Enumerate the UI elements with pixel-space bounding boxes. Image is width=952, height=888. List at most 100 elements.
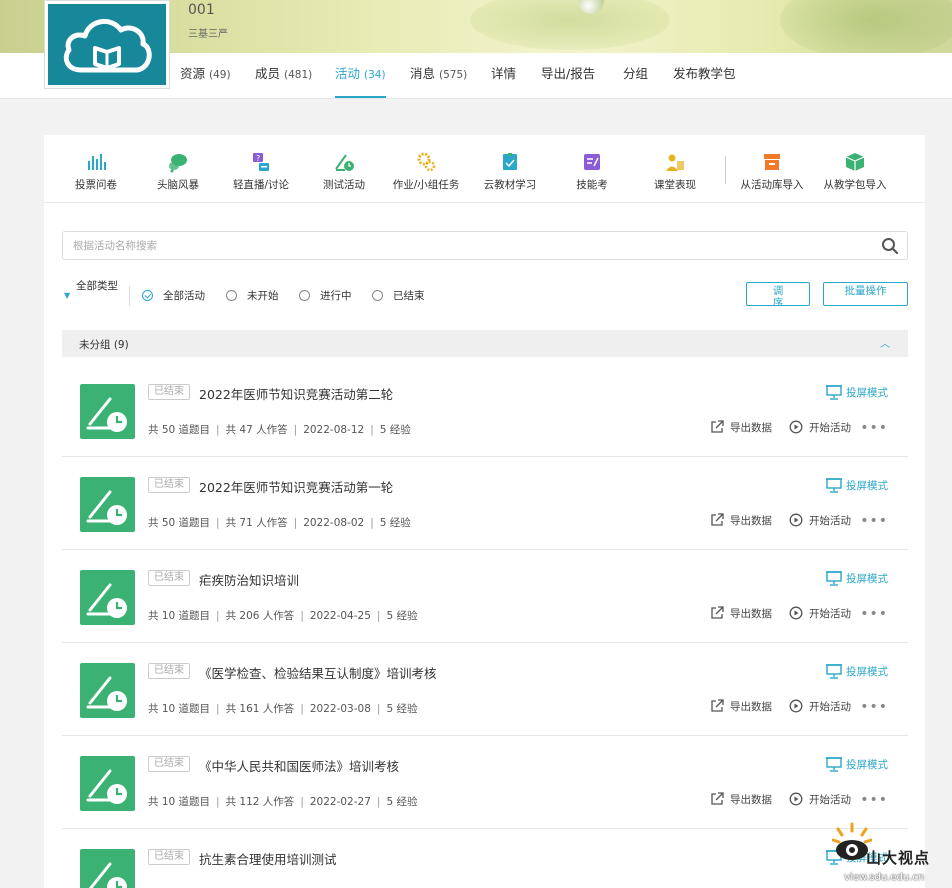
status-badge: 已结束 — [148, 570, 190, 586]
package-icon — [845, 153, 865, 171]
projector-icon — [826, 478, 842, 493]
projection-mode-button[interactable]: 投屏模式 — [826, 384, 888, 400]
nav-tab-count: (49) — [209, 69, 231, 81]
search-input[interactable]: 根据活动名称搜索 — [62, 231, 908, 260]
meta-participants: 共 161 人作答 — [225, 703, 295, 715]
course-subtitle: 三基三严 — [188, 29, 228, 40]
toolbar-button-library[interactable]: 从活动库导入 — [724, 151, 820, 192]
activity-title[interactable]: 抗生素合理使用培训测试 — [199, 849, 337, 868]
test-activity-icon — [80, 477, 135, 532]
nav-tab-1[interactable]: 成员 (481) — [255, 53, 312, 98]
start-activity-button[interactable]: 开始活动 — [789, 792, 851, 807]
meta-separator: | — [293, 517, 298, 529]
meta-participants: 共 112 人作答 — [225, 796, 295, 808]
type-dropdown[interactable]: ▼ 全部类型 — [64, 278, 124, 300]
toolbar-button-brainstorm[interactable]: 头脑风暴 — [132, 151, 224, 192]
start-activity-button[interactable]: 开始活动 — [789, 699, 851, 714]
projection-mode-button[interactable]: 投屏模式 — [826, 756, 888, 772]
export-data-label: 导出数据 — [730, 422, 772, 434]
chevron-up-icon[interactable]: ︿ — [880, 335, 890, 350]
more-options-icon[interactable]: ••• — [860, 513, 888, 529]
toolbar-button-performance[interactable]: 课堂表现 — [629, 151, 721, 192]
export-data-button[interactable]: 导出数据 — [710, 792, 772, 807]
nav-tab-2[interactable]: 活动 (34) — [335, 53, 386, 98]
activity-title[interactable]: 《中华人民共和国医师法》培训考核 — [199, 756, 399, 775]
export-data-button[interactable]: 导出数据 — [710, 513, 772, 528]
nav-tab-6[interactable]: 分组 — [623, 53, 648, 98]
activity-row[interactable]: 已结束 《医学检查、检验结果互认制度》培训考核 投屏模式共 10 道题目 | 共 161… — [62, 643, 908, 736]
activity-title[interactable]: 疟疾防治知识培训 — [199, 570, 299, 589]
activity-title[interactable]: 2022年医师节知识竞赛活动第二轮 — [199, 384, 393, 403]
export-icon — [711, 513, 724, 526]
export-data-button[interactable]: 导出数据 — [710, 420, 772, 435]
meta-date: 2022-04-25 — [309, 610, 371, 622]
play-circle-icon — [789, 699, 803, 713]
radio-not-started[interactable]: 未开始 — [226, 288, 279, 303]
activity-row[interactable]: 已结束 2022年医师节知识竞赛活动第二轮 投屏模式共 50 道题目 | 共 47 人作… — [62, 364, 908, 457]
toolbar-button-book[interactable]: 云教材学习 — [464, 151, 556, 192]
nav-tab-label: 成员 — [255, 66, 281, 81]
search-icon[interactable] — [881, 237, 899, 255]
radio-in-progress[interactable]: 进行中 — [299, 288, 352, 303]
toolbar-button-label: 轻直播/讨论 — [232, 179, 290, 191]
nav-tab-5[interactable]: 导出/报告 — [541, 53, 595, 98]
projector-icon — [826, 571, 842, 586]
activity-row[interactable]: 已结束 抗生素合理使用培训测试 投屏模式 — [62, 829, 908, 888]
toolbar-button-test[interactable]: 测试活动 — [298, 151, 390, 192]
start-activity-button[interactable]: 开始活动 — [789, 513, 851, 528]
more-options-icon[interactable]: ••• — [860, 420, 888, 436]
projection-mode-button[interactable]: 投屏模式 — [826, 663, 888, 679]
type-dropdown-label: 全部类型 — [76, 280, 118, 292]
toolbar-button-bar-chart[interactable]: 投票问卷 — [50, 151, 142, 192]
toolbar-button-package[interactable]: 从教学包导入 — [807, 151, 903, 192]
meta-separator: | — [376, 610, 381, 622]
banner-leaf-decoration — [470, 0, 670, 50]
meta-participants: 共 47 人作答 — [225, 424, 288, 436]
export-data-button[interactable]: 导出数据 — [710, 699, 772, 714]
activity-title[interactable]: 2022年医师节知识竞赛活动第一轮 — [199, 477, 393, 496]
meta-separator: | — [216, 517, 220, 529]
nav-tab-3[interactable]: 消息 (575) — [410, 53, 467, 98]
nav-tab-label: 消息 — [410, 66, 436, 81]
activity-row[interactable]: 已结束 疟疾防治知识培训 投屏模式共 10 道题目 | 共 206 人作答 | 2022-0… — [62, 550, 908, 643]
activity-row[interactable]: 已结束 2022年医师节知识竞赛活动第一轮 投屏模式共 50 道题目 | 共 71 人作… — [62, 457, 908, 550]
export-data-label: 导出数据 — [730, 608, 772, 620]
test-activity-icon — [80, 384, 135, 439]
projection-mode-button[interactable]: 投屏模式 — [826, 477, 888, 493]
group-header[interactable]: 未分组 (9) ︿ — [62, 330, 908, 357]
nav-tab-0[interactable]: 资源 (49) — [180, 53, 231, 98]
export-icon — [711, 792, 724, 805]
more-options-icon[interactable]: ••• — [860, 699, 888, 715]
batch-operation-button[interactable]: 批量操作 — [823, 282, 908, 306]
group-label: 未分组 (9) — [79, 339, 129, 351]
activity-title[interactable]: 《医学检查、检验结果互认制度》培训考核 — [199, 663, 437, 682]
nav-tab-count: (575) — [439, 69, 468, 81]
more-options-icon[interactable]: ••• — [860, 792, 888, 808]
nav-tab-label: 活动 — [335, 66, 361, 81]
toolbar-button-discussion[interactable]: ? 轻直播/讨论 — [215, 151, 307, 192]
toolbar-button-gears[interactable]: 作业/小组任务 — [380, 151, 472, 192]
test-activity-icon — [80, 849, 135, 888]
radio-ended[interactable]: 已结束 — [372, 288, 425, 303]
test-activity-icon — [80, 570, 135, 625]
start-activity-button[interactable]: 开始活动 — [789, 420, 851, 435]
more-options-icon[interactable]: ••• — [860, 606, 888, 622]
meta-separator: | — [300, 610, 304, 622]
nav-tab-4[interactable]: 详情 — [491, 53, 516, 98]
nav-tab-7[interactable]: 发布教学包 — [673, 53, 736, 98]
meta-separator: | — [376, 796, 381, 808]
meta-exp: 5 经验 — [386, 703, 418, 715]
projection-mode-button[interactable]: 投屏模式 — [826, 570, 888, 586]
activity-row[interactable]: 已结束 《中华人民共和国医师法》培训考核 投屏模式共 10 道题目 | 共 112 人作… — [62, 736, 908, 829]
course-logo[interactable] — [44, 0, 170, 89]
meta-date: 2022-03-08 — [309, 703, 371, 715]
toolbar-button-skill[interactable]: 技能考 — [546, 151, 638, 192]
meta-separator: | — [300, 796, 304, 808]
sort-button[interactable]: 调序 — [746, 282, 810, 306]
radio-icon — [372, 290, 383, 301]
radio-all[interactable]: 全部活动 — [142, 288, 205, 303]
start-activity-button[interactable]: 开始活动 — [789, 606, 851, 621]
export-data-label: 导出数据 — [730, 794, 772, 806]
export-data-button[interactable]: 导出数据 — [710, 606, 772, 621]
nav-tab-label: 发布教学包 — [673, 66, 736, 81]
